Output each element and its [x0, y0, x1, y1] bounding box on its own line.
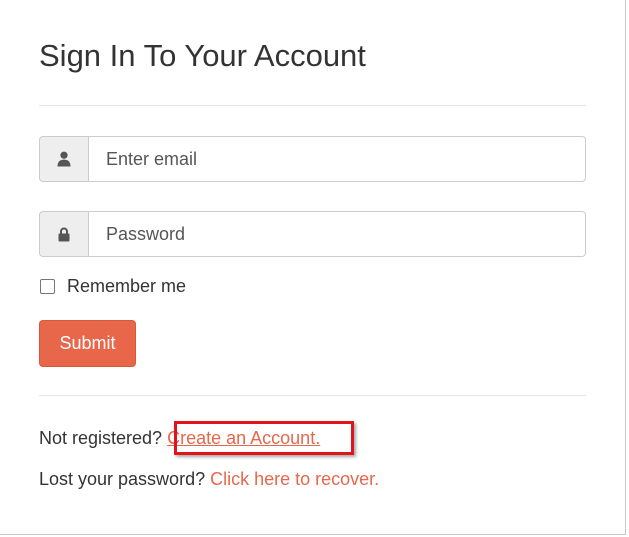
remember-me-checkbox[interactable] [40, 279, 55, 294]
lock-icon [39, 211, 88, 257]
recover-password-link[interactable]: Click here to recover. [210, 469, 379, 489]
not-registered-text: Not registered? [39, 428, 163, 448]
user-icon [39, 136, 88, 182]
submit-button[interactable]: Submit [39, 320, 136, 367]
lost-password-line: Lost your password? Click here to recove… [39, 469, 379, 490]
sign-in-panel: Sign In To Your Account Remember me Subm… [0, 0, 626, 535]
remember-me-label[interactable]: Remember me [67, 276, 186, 297]
remember-me: Remember me [39, 276, 186, 297]
email-input-group [39, 136, 586, 182]
not-registered-line: Not registered? Create an Account. [39, 428, 320, 449]
password-field[interactable] [88, 211, 586, 257]
create-account-link[interactable]: Create an Account. [167, 428, 320, 448]
divider [39, 105, 586, 106]
divider [39, 395, 586, 396]
page-title: Sign In To Your Account [39, 38, 366, 73]
lost-password-text: Lost your password? [39, 469, 206, 489]
password-input-group [39, 211, 586, 257]
email-field[interactable] [88, 136, 586, 182]
